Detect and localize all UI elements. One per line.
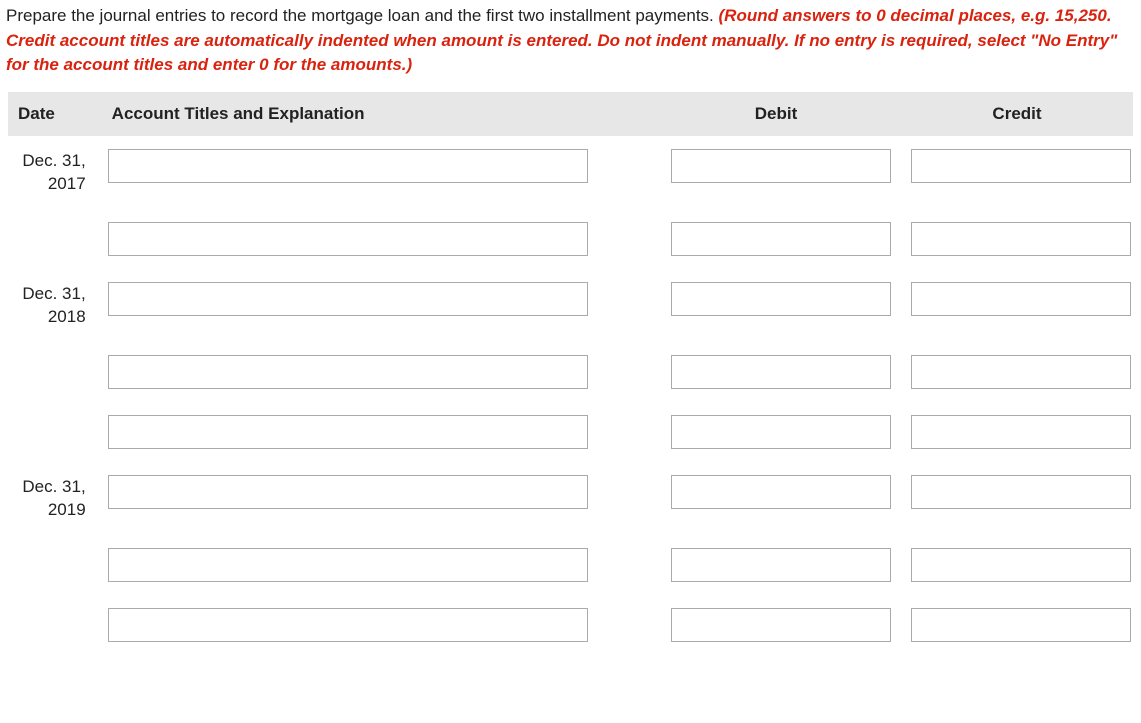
- account-input[interactable]: [108, 608, 588, 642]
- debit-cell: [651, 535, 901, 595]
- account-input[interactable]: [108, 355, 588, 389]
- debit-cell: [651, 342, 901, 402]
- credit-cell: [901, 535, 1133, 595]
- account-cell: [102, 595, 651, 655]
- credit-cell: [901, 402, 1133, 462]
- account-cell: [102, 136, 651, 209]
- date-cell: [8, 595, 102, 655]
- header-row: Date Account Titles and Explanation Debi…: [8, 92, 1133, 136]
- credit-input[interactable]: [911, 475, 1131, 509]
- table-row: [8, 342, 1133, 402]
- account-input[interactable]: [108, 475, 588, 509]
- debit-cell: [651, 402, 901, 462]
- table-row: Dec. 31, 2018: [8, 269, 1133, 342]
- date-cell: Dec. 31, 2018: [8, 269, 102, 342]
- account-cell: [102, 342, 651, 402]
- credit-input[interactable]: [911, 548, 1131, 582]
- journal-table-wrap: Date Account Titles and Explanation Debi…: [0, 92, 1141, 663]
- table-row: [8, 595, 1133, 655]
- date-line1: Dec. 31,: [22, 284, 85, 303]
- credit-input[interactable]: [911, 222, 1131, 256]
- account-input[interactable]: [108, 222, 588, 256]
- debit-input[interactable]: [671, 222, 891, 256]
- account-input[interactable]: [108, 149, 588, 183]
- table-row: [8, 402, 1133, 462]
- date-line2: 2017: [48, 174, 86, 193]
- debit-input[interactable]: [671, 149, 891, 183]
- account-cell: [102, 402, 651, 462]
- credit-input[interactable]: [911, 282, 1131, 316]
- table-row: Dec. 31, 2017: [8, 136, 1133, 209]
- credit-input[interactable]: [911, 355, 1131, 389]
- credit-input[interactable]: [911, 608, 1131, 642]
- debit-cell: [651, 462, 901, 535]
- credit-input[interactable]: [911, 149, 1131, 183]
- date-cell: [8, 535, 102, 595]
- credit-cell: [901, 342, 1133, 402]
- credit-cell: [901, 269, 1133, 342]
- date-line1: Dec. 31,: [22, 477, 85, 496]
- account-cell: [102, 462, 651, 535]
- header-debit: Debit: [651, 92, 901, 136]
- credit-cell: [901, 209, 1133, 269]
- header-date: Date: [8, 92, 102, 136]
- account-input[interactable]: [108, 415, 588, 449]
- debit-input[interactable]: [671, 355, 891, 389]
- instructions-text: Prepare the journal entries to record th…: [0, 0, 1141, 92]
- debit-cell: [651, 136, 901, 209]
- credit-input[interactable]: [911, 415, 1131, 449]
- date-line2: 2018: [48, 307, 86, 326]
- debit-cell: [651, 269, 901, 342]
- journal-table: Date Account Titles and Explanation Debi…: [8, 92, 1133, 655]
- table-row: [8, 209, 1133, 269]
- account-input[interactable]: [108, 282, 588, 316]
- debit-input[interactable]: [671, 282, 891, 316]
- debit-input[interactable]: [671, 548, 891, 582]
- date-line1: Dec. 31,: [22, 151, 85, 170]
- debit-cell: [651, 595, 901, 655]
- credit-cell: [901, 462, 1133, 535]
- header-credit: Credit: [901, 92, 1133, 136]
- debit-input[interactable]: [671, 415, 891, 449]
- credit-cell: [901, 595, 1133, 655]
- date-cell: Dec. 31, 2017: [8, 136, 102, 209]
- table-row: Dec. 31, 2019: [8, 462, 1133, 535]
- debit-input[interactable]: [671, 608, 891, 642]
- date-cell: [8, 402, 102, 462]
- header-account: Account Titles and Explanation: [102, 92, 651, 136]
- credit-cell: [901, 136, 1133, 209]
- account-cell: [102, 535, 651, 595]
- instructions-black: Prepare the journal entries to record th…: [6, 6, 719, 25]
- date-cell: [8, 342, 102, 402]
- account-input[interactable]: [108, 548, 588, 582]
- account-cell: [102, 269, 651, 342]
- debit-input[interactable]: [671, 475, 891, 509]
- debit-cell: [651, 209, 901, 269]
- account-cell: [102, 209, 651, 269]
- date-cell: [8, 209, 102, 269]
- date-cell: Dec. 31, 2019: [8, 462, 102, 535]
- journal-body: Dec. 31, 2017: [8, 136, 1133, 655]
- table-row: [8, 535, 1133, 595]
- date-line2: 2019: [48, 500, 86, 519]
